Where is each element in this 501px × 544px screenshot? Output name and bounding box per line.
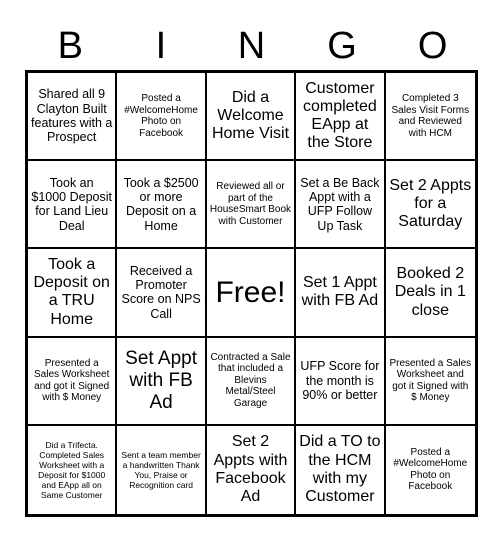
bingo-cell-label: Did a TO to the HCM with my Customer bbox=[299, 433, 381, 506]
bingo-cell-label: Set 1 Appt with FB Ad bbox=[301, 274, 379, 310]
bingo-cell-label: Set 2 Appts with Facebook Ad bbox=[213, 433, 288, 506]
bingo-cell[interactable]: Posted a #WelcomeHome Photo on Facebook bbox=[117, 73, 207, 162]
bingo-cell[interactable]: Set 1 Appt with FB Ad bbox=[296, 249, 386, 338]
bingo-cell[interactable]: Shared all 9 Clayton Built features with… bbox=[28, 73, 118, 162]
bingo-cell[interactable]: Presented a Sales Worksheet and got it S… bbox=[385, 337, 475, 426]
bingo-cell-label: Set a Be Back Appt with a UFP Follow Up … bbox=[300, 175, 380, 233]
bingo-cell[interactable]: Took an $1000 Deposit for Land Lieu Deal bbox=[28, 161, 118, 250]
bingo-header-letter-n: N bbox=[237, 25, 266, 67]
bingo-cell[interactable]: Set Appt with FB Ad bbox=[117, 337, 207, 426]
bingo-cell-label: Completed 3 Sales Visit Forms and Review… bbox=[391, 92, 470, 139]
bingo-cell-label: Took an $1000 Deposit for Land Lieu Deal bbox=[31, 175, 112, 233]
bingo-cell[interactable]: Sent a team member a handwritten Thank Y… bbox=[117, 425, 207, 514]
bingo-grid: Shared all 9 Clayton Built features with… bbox=[25, 70, 478, 517]
bingo-cell-label: Presented a Sales Worksheet and got it S… bbox=[389, 357, 472, 404]
bingo-cell[interactable]: Did a Welcome Home Visit bbox=[206, 73, 297, 162]
bingo-cell[interactable]: Set 2 Appts for a Saturday bbox=[385, 161, 475, 250]
bingo-cell[interactable]: Posted a #WelcomeHome Photo on Facebook bbox=[385, 425, 475, 514]
bingo-cell-label: UFP Score for the month is 90% or better bbox=[300, 359, 380, 402]
bingo-cell-label: Posted a #WelcomeHome Photo on Facebook bbox=[393, 446, 468, 493]
bingo-cell-label: Reviewed all or part of the HouseSmart B… bbox=[209, 181, 292, 227]
bingo-cell-label: Posted a #WelcomeHome Photo on Facebook bbox=[124, 92, 198, 139]
bingo-cell-label: Contracted a Sale that included a Blevin… bbox=[210, 351, 291, 410]
bingo-cell-label: Sent a team member a handwritten Thank Y… bbox=[121, 449, 201, 490]
bingo-cell[interactable]: Took a Deposit on a TRU Home bbox=[28, 249, 118, 338]
bingo-cell-label: Set Appt with FB Ad bbox=[125, 348, 198, 413]
bingo-cell[interactable]: Presented a Sales Worksheet and got it S… bbox=[28, 337, 118, 426]
bingo-cell-label: Free! bbox=[215, 275, 286, 309]
bingo-cell-label: Customer completed EApp at the Store bbox=[302, 79, 377, 152]
bingo-cell-free[interactable]: Free! bbox=[206, 249, 297, 338]
bingo-card: B I N G O Shared all 9 Clayton Built fea… bbox=[0, 0, 501, 544]
bingo-cell-label: Took a $2500 or more Deposit on a Home bbox=[123, 175, 199, 233]
bingo-header: B I N G O bbox=[25, 22, 478, 70]
bingo-header-letter-b: B bbox=[57, 25, 83, 67]
bingo-header-letter-i: I bbox=[155, 25, 167, 67]
bingo-cell[interactable]: Set a Be Back Appt with a UFP Follow Up … bbox=[296, 161, 386, 250]
bingo-cell-label: Did a Trifecta. Completed Sales Workshee… bbox=[38, 439, 106, 500]
bingo-header-letter-o: O bbox=[417, 25, 448, 67]
bingo-cell-label: Presented a Sales Worksheet and got it S… bbox=[33, 357, 110, 404]
bingo-cell[interactable]: Did a Trifecta. Completed Sales Workshee… bbox=[28, 425, 118, 514]
bingo-cell[interactable]: Completed 3 Sales Visit Forms and Review… bbox=[385, 73, 475, 162]
bingo-cell-label: Received a Promoter Score on NPS Call bbox=[121, 263, 201, 321]
bingo-cell[interactable]: Customer completed EApp at the Store bbox=[296, 73, 386, 162]
bingo-cell[interactable]: UFP Score for the month is 90% or better bbox=[296, 337, 386, 426]
bingo-cell-label: Did a Welcome Home Visit bbox=[211, 88, 290, 143]
bingo-cell[interactable]: Booked 2 Deals in 1 close bbox=[385, 249, 475, 338]
bingo-cell[interactable]: Set 2 Appts with Facebook Ad bbox=[206, 425, 297, 514]
bingo-cell[interactable]: Received a Promoter Score on NPS Call bbox=[117, 249, 207, 338]
bingo-cell[interactable]: Did a TO to the HCM with my Customer bbox=[296, 425, 386, 514]
bingo-cell-label: Set 2 Appts for a Saturday bbox=[389, 176, 472, 231]
bingo-header-letter-g: G bbox=[327, 25, 357, 67]
bingo-cell[interactable]: Contracted a Sale that included a Blevin… bbox=[206, 337, 297, 426]
bingo-cell-label: Booked 2 Deals in 1 close bbox=[394, 265, 466, 319]
bingo-cell[interactable]: Reviewed all or part of the HouseSmart B… bbox=[206, 161, 297, 250]
bingo-cell[interactable]: Took a $2500 or more Deposit on a Home bbox=[117, 161, 207, 250]
bingo-cell-label: Shared all 9 Clayton Built features with… bbox=[31, 87, 113, 145]
bingo-cell-label: Took a Deposit on a TRU Home bbox=[33, 256, 110, 328]
